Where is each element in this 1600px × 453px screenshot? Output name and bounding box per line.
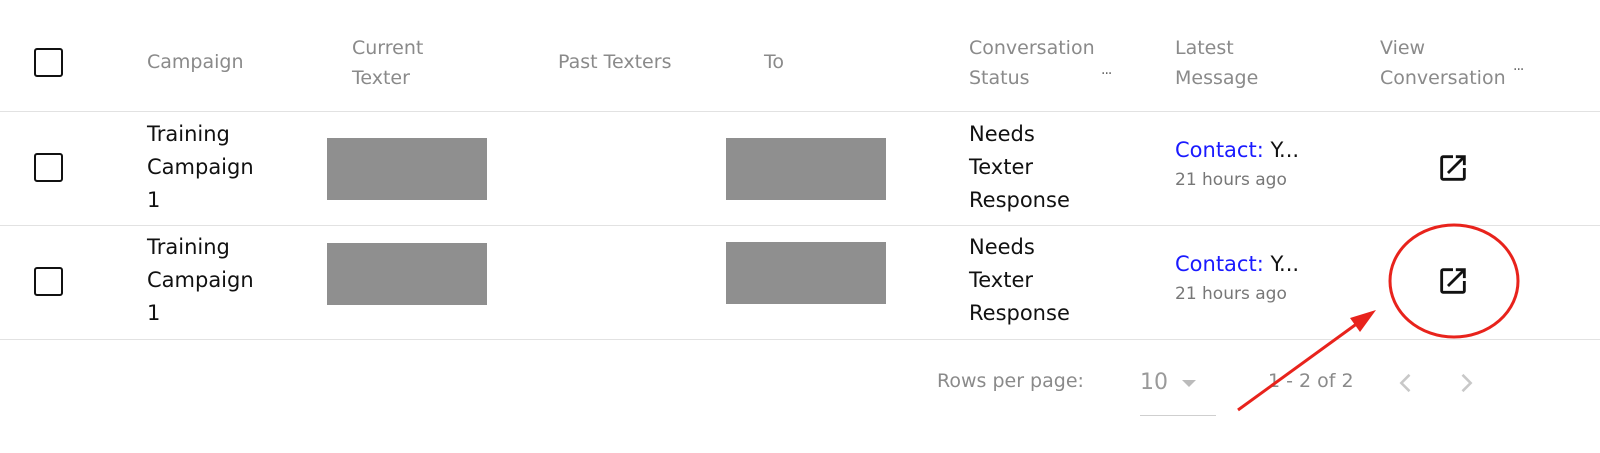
campaign-cell: Training Campaign 1 xyxy=(147,118,254,217)
table-row: Training Campaign 1 Needs Texter Respons… xyxy=(0,226,1600,340)
header-current-texter[interactable]: Current Texter xyxy=(352,33,423,93)
message-sender: Contact: xyxy=(1175,138,1264,162)
header-latest-message-line1: Latest xyxy=(1175,37,1234,59)
next-page-button[interactable] xyxy=(1452,368,1480,398)
header-latest-message[interactable]: Latest Message xyxy=(1175,33,1258,93)
campaign-text: Training xyxy=(147,122,230,146)
open-conversation-button[interactable] xyxy=(1436,151,1470,185)
status-cell: Needs Texter Response xyxy=(969,118,1070,217)
previous-page-button[interactable] xyxy=(1392,368,1420,398)
rows-per-page-value: 10 xyxy=(1140,370,1168,395)
header-conversation-status-line1: Conversation xyxy=(969,37,1095,59)
campaign-text: 1 xyxy=(147,188,161,212)
status-text: Needs xyxy=(969,122,1035,146)
header-overflow-indicator: ... xyxy=(1513,58,1524,74)
header-to[interactable]: To xyxy=(764,47,784,77)
header-overflow-indicator: ... xyxy=(1101,62,1112,78)
status-text: Texter xyxy=(969,155,1034,179)
status-text: Needs xyxy=(969,235,1035,259)
campaign-text: Training xyxy=(147,235,230,259)
open-in-new-icon xyxy=(1440,268,1466,294)
message-text: Y... xyxy=(1263,252,1300,276)
chevron-right-icon xyxy=(1461,373,1473,393)
redacted-to xyxy=(726,242,886,304)
pagination-range: 1 - 2 of 2 xyxy=(1268,370,1354,392)
open-conversation-button[interactable] xyxy=(1436,264,1470,298)
chevron-left-icon xyxy=(1399,373,1411,393)
rows-per-page-select[interactable]: 10 xyxy=(1140,366,1216,416)
campaign-text: 1 xyxy=(147,301,161,325)
header-conversation-status[interactable]: Conversation Status ... xyxy=(969,33,1119,93)
header-view-conversation[interactable]: View Conversation ... xyxy=(1380,33,1540,93)
redacted-to xyxy=(726,138,886,200)
table-header: Campaign Current Texter Past Texters To … xyxy=(0,0,1600,112)
header-campaign[interactable]: Campaign xyxy=(147,47,244,77)
status-text: Texter xyxy=(969,268,1034,292)
campaign-cell: Training Campaign 1 xyxy=(147,231,254,330)
rows-per-page-label: Rows per page: xyxy=(937,370,1084,392)
header-conversation-status-line2: Status xyxy=(969,67,1030,89)
status-cell: Needs Texter Response xyxy=(969,231,1070,330)
row-checkbox[interactable] xyxy=(34,153,63,182)
latest-message-cell: Contact: Y... 21 hours ago xyxy=(1175,250,1305,304)
pagination-bar: Rows per page: 10 1 - 2 of 2 xyxy=(0,340,1600,453)
header-past-texters[interactable]: Past Texters xyxy=(558,47,671,77)
open-in-new-icon xyxy=(1440,155,1466,181)
message-time: 21 hours ago xyxy=(1175,170,1287,190)
header-latest-message-line2: Message xyxy=(1175,67,1259,89)
message-preview: Contact: Y... xyxy=(1175,136,1305,164)
campaign-text: Campaign xyxy=(147,268,254,292)
message-text: Y... xyxy=(1263,138,1300,162)
message-time: 21 hours ago xyxy=(1175,284,1287,304)
redacted-current-texter xyxy=(327,243,487,305)
caret-down-icon xyxy=(1182,380,1196,387)
row-checkbox[interactable] xyxy=(34,267,63,296)
status-text: Response xyxy=(969,188,1070,212)
select-all-checkbox[interactable] xyxy=(34,48,63,77)
campaign-text: Campaign xyxy=(147,155,254,179)
header-current-texter-line2: Texter xyxy=(352,67,410,89)
message-sender: Contact: xyxy=(1175,252,1264,276)
header-current-texter-line1: Current xyxy=(352,37,424,59)
redacted-current-texter xyxy=(327,138,487,200)
message-preview: Contact: Y... xyxy=(1175,250,1305,278)
status-text: Response xyxy=(969,301,1070,325)
table-row: Training Campaign 1 Needs Texter Respons… xyxy=(0,112,1600,226)
latest-message-cell: Contact: Y... 21 hours ago xyxy=(1175,136,1305,190)
